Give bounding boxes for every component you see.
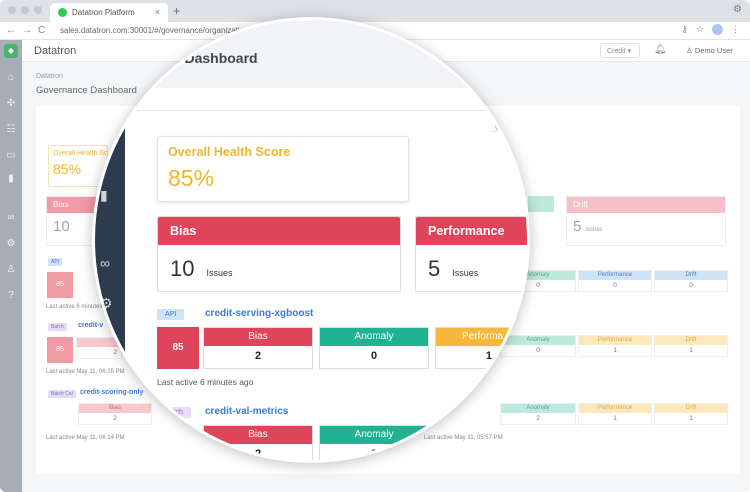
bias-summary-unit: Issues [206,268,233,278]
model2-bias-cell[interactable]: Bias 2 [203,425,313,460]
lens-divider [125,110,527,111]
star-icon[interactable]: ☆ [696,24,704,35]
model3-drift-cell: Drift 1 [654,403,728,425]
lens-header-band [95,20,527,88]
workspace-select[interactable]: Credit ▾ [600,43,640,58]
settings-icon[interactable]: ⚙ [5,238,17,250]
chart-icon[interactable]: ▮ [5,173,17,185]
book-icon[interactable]: ▭ [5,150,17,162]
model3-tag: Batch Cal [48,390,76,398]
drift-card-header: Drift [567,197,725,213]
chart-icon-lens[interactable]: ▮ [100,187,108,204]
bias-summary-count: 10 Issues [170,256,233,281]
favicon-icon [58,8,67,17]
performance-summary-label: Performance [416,217,527,245]
home-icon[interactable]: ⌂ [5,72,17,84]
minimize-window-button[interactable] [21,6,29,14]
anomaly-card-edge [528,196,554,246]
pipeline-icon[interactable]: ☷ [5,124,17,136]
gear-icon[interactable]: ⚙ [733,4,742,15]
model1-tag-bg: API [48,258,63,266]
performance-summary-count: 5 Issues [428,256,479,281]
datatron-logo-icon[interactable]: ◆ [4,44,18,58]
model2-anomaly-cell-lens[interactable]: Anomaly 0 [319,425,429,460]
health-score-value: 85% [168,165,215,191]
drift-card-body: 5 Issues [573,218,603,235]
drift-card[interactable]: Drift 5 Issues [566,196,726,246]
lens-page-title: ce Dashboard [165,50,258,66]
model2-score-bg: 85 [47,337,73,363]
model1-performance-cell: Performance 0 [578,270,652,292]
new-tab-button[interactable]: + [173,4,180,18]
brand-name: Datatron [34,45,77,57]
model1-anomaly-cell[interactable]: Anomaly 0 [319,327,429,369]
bias-summary-card[interactable]: Bias 10 Issues [157,216,401,292]
maximize-window-button[interactable] [34,6,42,14]
link-icon[interactable]: ∞ [5,212,17,224]
lens-sidebar: ▮ ∞ ⚙ [95,115,125,460]
models-icon[interactable]: ✣ [5,98,17,110]
model2-tag-bg: Batch [48,323,67,331]
model2-tag: Batch [157,407,191,418]
tab-close-button[interactable]: × [155,7,160,17]
browser-window: Datatron Platform × + ⚙ ← → C sales.data… [0,0,750,492]
model2-drift-cell: Drift 1 [654,335,728,357]
search-workspaces-input[interactable]: Search Workspaces... [491,112,527,132]
window-controls [8,6,42,14]
address-bar-icons: ⚷ ☆ ⋮ [681,24,740,35]
model1-tag: API [157,309,185,320]
model1-last-active: Last active 6 minutes ago [157,377,254,387]
bell-icon[interactable]: 🔔︎ [654,44,667,55]
reload-button[interactable]: C [38,25,45,36]
magnifier-lens: ce Dashboard Search Workspaces... ▮ ∞ ⚙ … [92,17,530,463]
model1-name[interactable]: credit-serving-xgboost [205,308,313,319]
bias-summary-label: Bias [158,217,400,245]
link-icon-lens[interactable]: ∞ [100,255,110,271]
back-button[interactable]: ← [6,25,16,36]
close-window-button[interactable] [8,6,16,14]
model1-score-bg: 85 [47,272,73,298]
profile-avatar[interactable] [712,24,723,35]
forward-button[interactable]: → [22,25,32,36]
menu-kebab-icon[interactable]: ⋮ [731,24,740,35]
tab-bar: Datatron Platform × + ⚙ [0,0,750,22]
model1-bias-cell[interactable]: Bias 2 [203,327,313,369]
sidebar: ◆ ⌂ ✣ ☷ ▭ ▮ ∞ ⚙ ♙ ? [0,40,22,492]
settings-icon-lens[interactable]: ⚙ [100,295,113,312]
health-score-card: Overall Health Score 85% [157,136,409,202]
model1-drift-cell: Drift 0 [654,270,728,292]
model3-performance-cell: Performance 1 [578,403,652,425]
help-icon[interactable]: ? [5,290,17,302]
model2-name[interactable]: credit-val-metrics [205,406,288,417]
model1-performance-cell-lens[interactable]: Performa 1 [435,327,527,369]
tab-title: Datatron Platform [72,8,135,17]
user-menu[interactable]: ♙ Demo User [686,46,733,55]
users-icon[interactable]: ♙ [5,264,17,276]
health-score-label: Overall Health Score [168,145,291,159]
model2-performance-cell: Performance 1 [578,335,652,357]
model1-score: 85 [157,327,199,369]
performance-summary-unit: Issues [452,268,479,278]
breadcrumb[interactable]: Datatron [36,73,63,80]
key-icon[interactable]: ⚷ [681,24,688,35]
performance-summary-card[interactable]: Performance 5 Issues [415,216,527,292]
